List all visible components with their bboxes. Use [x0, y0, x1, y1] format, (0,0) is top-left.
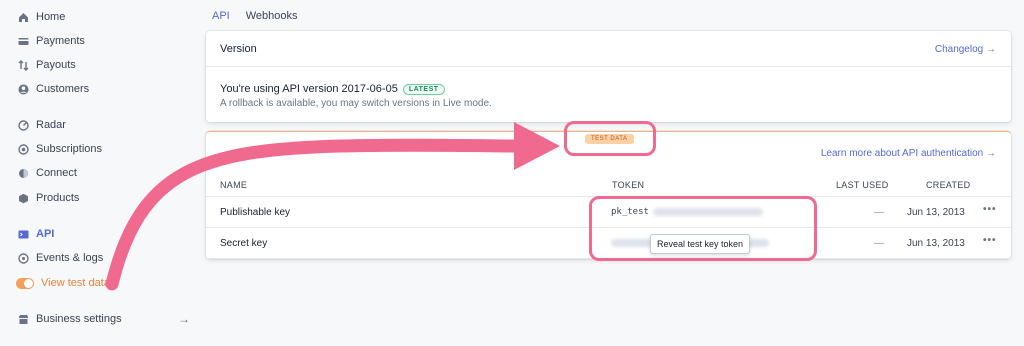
version-line: You're using API version 2017-06-05 LATE… — [220, 83, 445, 95]
sidebar-item-subscriptions[interactable]: Subscriptions — [18, 140, 102, 158]
test-data-badge: TEST DATA — [585, 134, 634, 144]
key-name: Publishable key — [220, 207, 291, 218]
home-icon — [18, 12, 29, 23]
sidebar-item-payouts[interactable]: Payouts — [18, 56, 76, 74]
version-card: Version Changelog → You're using API ver… — [206, 31, 1011, 122]
products-icon — [18, 193, 29, 204]
chevron-right-icon[interactable]: → — [178, 312, 190, 326]
sidebar-item-label: Radar — [36, 119, 66, 131]
created-date: Jun 13, 2013 — [907, 207, 965, 218]
radar-icon — [18, 119, 29, 131]
sidebar-item-label: View test data — [41, 277, 110, 289]
tab-webhooks[interactable]: Webhooks — [246, 10, 298, 22]
reveal-token-tooltip[interactable]: Reveal test key token — [650, 234, 751, 254]
version-title: Version — [220, 43, 257, 55]
more-options-icon[interactable]: ••• — [983, 204, 997, 215]
table-row: Publishable key pk_test — Jun 13, 2013 •… — [206, 197, 1011, 228]
sidebar-item-home[interactable]: Home — [18, 8, 65, 26]
payouts-icon — [18, 59, 29, 71]
customers-icon — [18, 84, 29, 95]
column-header-last-used: LAST USED — [836, 180, 889, 190]
version-card-header: Version Changelog → — [206, 31, 1011, 67]
token-value[interactable]: pk_test — [611, 207, 763, 217]
view-test-data-toggle[interactable]: View test data — [16, 274, 110, 292]
token-prefix: pk_test — [611, 207, 649, 217]
sidebar-item-label: Home — [36, 11, 66, 23]
more-options-icon[interactable]: ••• — [983, 235, 997, 246]
column-header-name: NAME — [220, 180, 248, 190]
learn-auth-link[interactable]: Learn more about API authentication → — [821, 148, 996, 159]
version-text: You're using API version 2017-06-05 — [220, 83, 398, 95]
toggle-icon[interactable] — [16, 277, 34, 289]
sidebar-item-events-logs[interactable]: Events & logs — [18, 249, 103, 267]
last-used: — — [874, 238, 884, 249]
sidebar-item-payments[interactable]: Payments — [18, 32, 85, 50]
column-header-token: TOKEN — [612, 180, 645, 190]
sidebar-item-label: Events & logs — [36, 252, 104, 264]
sidebar-item-label: API — [36, 228, 55, 240]
blurred-token — [652, 207, 763, 216]
rollback-note: A rollback is available, you may switch … — [220, 98, 492, 109]
subscriptions-icon — [18, 143, 29, 155]
sidebar-item-label: Payouts — [36, 59, 76, 71]
column-header-created: CREATED — [926, 180, 971, 190]
table-header: NAME TOKEN LAST USED CREATED — [206, 175, 1011, 197]
business-icon — [18, 314, 29, 325]
table-row: Secret key — Jun 13, 2013 ••• — [206, 228, 1011, 259]
sidebar-item-products[interactable]: Products — [18, 189, 79, 207]
payments-icon — [18, 36, 29, 47]
sidebar-item-api[interactable]: API — [18, 225, 54, 243]
sidebar-item-business-settings[interactable]: Business settings — [18, 310, 122, 328]
connect-icon — [18, 168, 29, 179]
tab-api[interactable]: API — [212, 10, 230, 22]
sidebar-item-customers[interactable]: Customers — [18, 80, 89, 98]
sidebar-item-label: Business settings — [36, 313, 122, 325]
sidebar-item-label: Connect — [36, 167, 77, 179]
key-name: Secret key — [220, 238, 268, 249]
sidebar-item-connect[interactable]: Connect — [18, 164, 77, 182]
api-icon — [18, 229, 29, 240]
last-used: — — [874, 207, 884, 218]
changelog-link[interactable]: Changelog → — [935, 44, 996, 55]
created-date: Jun 13, 2013 — [907, 238, 965, 249]
events-icon — [18, 252, 29, 264]
latest-badge: LATEST — [402, 83, 445, 95]
sidebar-item-radar[interactable]: Radar — [18, 116, 66, 134]
sidebar: Home Payments Payouts Customers Radar Su… — [0, 0, 200, 346]
sidebar-item-label: Customers — [36, 83, 90, 95]
sidebar-item-label: Subscriptions — [36, 143, 103, 155]
sidebar-item-label: Products — [36, 192, 80, 204]
api-keys-card: TEST DATA Learn more about API authentic… — [206, 131, 1011, 259]
tab-bar: API Webhooks — [212, 10, 298, 22]
sidebar-item-label: Payments — [36, 35, 85, 47]
